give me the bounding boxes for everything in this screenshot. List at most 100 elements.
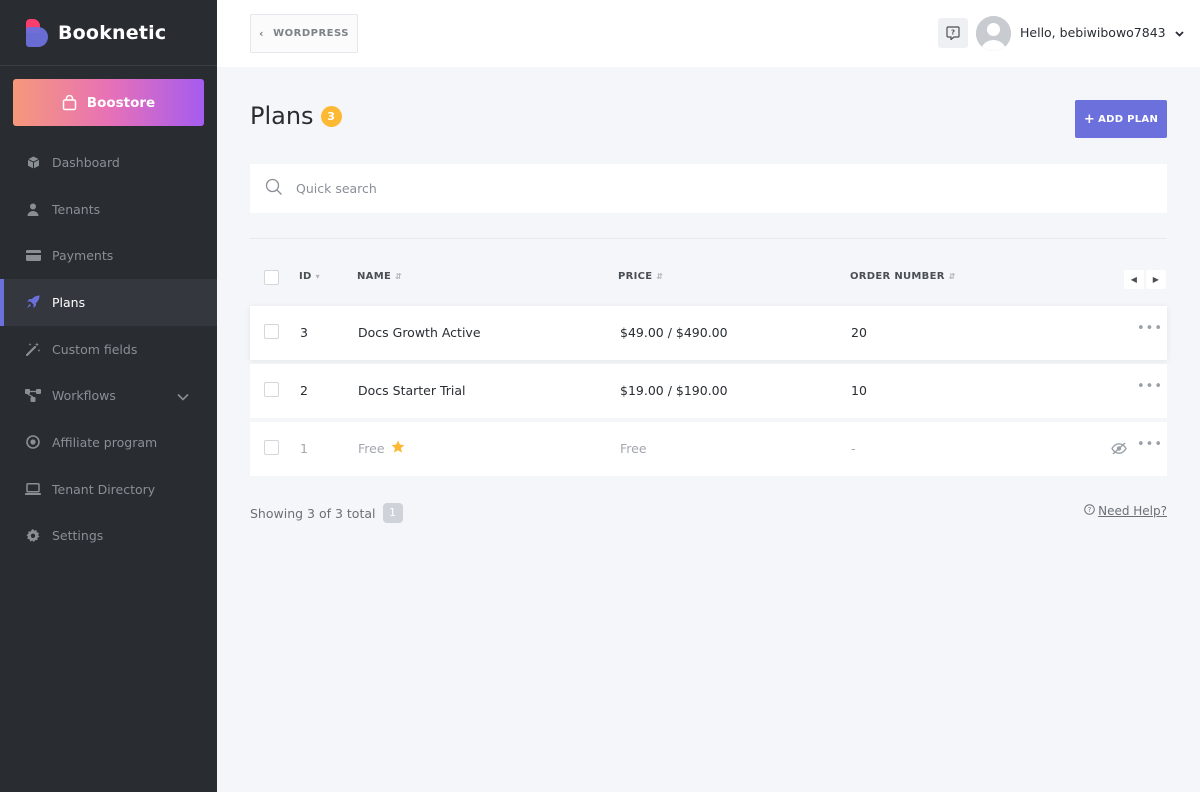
sidebar: Booknetic Boostore Dashboard Tenants Pay…: [0, 0, 217, 792]
back-to-wordpress-button[interactable]: ‹ WORDPRESS: [250, 14, 358, 53]
count-badge: 3: [320, 105, 342, 127]
star-icon: [391, 440, 405, 457]
sidebar-item-affiliate-program[interactable]: Affiliate program: [0, 419, 217, 466]
more-actions-icon[interactable]: •••: [1137, 379, 1163, 394]
chevron-down-icon: [1174, 25, 1184, 40]
cell-id: 1: [300, 441, 308, 456]
chevron-right-icon: ▶: [1152, 275, 1160, 284]
cell-id: 2: [300, 383, 308, 398]
user-avatar[interactable]: [976, 16, 1011, 51]
sidebar-item-label: Workflows: [52, 388, 116, 404]
sidebar-item-label: Custom fields: [52, 341, 138, 357]
sort-icon: ⇵: [948, 272, 956, 281]
cell-name: Docs Growth Active: [358, 325, 481, 340]
target-icon: [25, 434, 41, 450]
brand-logo-icon: [26, 18, 48, 47]
question-circle-icon: ?: [1084, 504, 1095, 518]
cube-icon: [25, 154, 41, 170]
column-header-name[interactable]: NAME ⇵: [357, 271, 402, 282]
sidebar-item-workflows[interactable]: Workflows: [0, 372, 217, 419]
shopping-bag-icon: [62, 94, 77, 110]
column-header-order-number[interactable]: ORDER NUMBER ⇵: [850, 271, 956, 282]
sidebar-item-label: Affiliate program: [52, 434, 158, 450]
chevron-left-icon: ‹: [259, 27, 265, 40]
svg-text:?: ?: [951, 29, 955, 37]
sort-desc-icon: ▾: [315, 272, 320, 281]
column-label: ORDER NUMBER: [850, 271, 945, 282]
sidebar-nav: Dashboard Tenants Payments Plans Custom …: [0, 139, 217, 559]
add-plan-button[interactable]: + ADD PLAN: [1075, 100, 1167, 138]
select-all-checkbox[interactable]: [264, 270, 279, 285]
user-icon: [25, 201, 41, 217]
search-icon: [265, 178, 283, 200]
row-checkbox[interactable]: [264, 382, 279, 397]
row-checkbox[interactable]: [264, 324, 279, 339]
sidebar-item-tenant-directory[interactable]: Tenant Directory: [0, 466, 217, 513]
column-header-id[interactable]: ID ▾: [299, 271, 320, 282]
sidebar-item-tenants[interactable]: Tenants: [0, 186, 217, 233]
page-title-text: Plans: [250, 102, 314, 130]
sidebar-item-payments[interactable]: Payments: [0, 232, 217, 279]
sidebar-item-dashboard[interactable]: Dashboard: [0, 139, 217, 186]
user-menu[interactable]: Hello, bebiwibowo7843: [1020, 25, 1184, 40]
flow-icon: [25, 388, 41, 404]
laptop-icon: [25, 481, 41, 497]
user-greeting: Hello, bebiwibowo7843: [1020, 25, 1166, 40]
cell-name: Free: [358, 441, 385, 456]
showing-text: Showing 3 of 3 total: [250, 505, 376, 521]
chevron-down-icon[interactable]: [177, 389, 189, 404]
cell-price: $19.00 / $190.00: [620, 383, 728, 398]
brand[interactable]: Booknetic: [0, 0, 217, 66]
sort-icon: ⇵: [395, 272, 403, 281]
sidebar-item-settings[interactable]: Settings: [0, 513, 217, 560]
more-actions-icon[interactable]: •••: [1137, 437, 1163, 452]
help-chat-icon[interactable]: ?: [938, 18, 968, 48]
cell-price: Free: [620, 441, 647, 456]
plus-icon: +: [1083, 111, 1096, 127]
sidebar-item-label: Tenant Directory: [52, 481, 156, 497]
svg-text:?: ?: [1088, 506, 1092, 514]
eye-slash-icon[interactable]: [1111, 442, 1127, 458]
table-row[interactable]: 2 Docs Starter Trial $19.00 / $190.00 10…: [250, 364, 1167, 418]
scroll-left-button[interactable]: ◀: [1124, 270, 1144, 289]
pagination-info: Showing 3 of 3 total 1: [250, 503, 403, 523]
cell-order-number: 10: [851, 383, 867, 398]
sort-icon: ⇵: [656, 272, 664, 281]
row-checkbox[interactable]: [264, 440, 279, 455]
wordpress-label: WORDPRESS: [273, 28, 349, 39]
gear-icon: [25, 528, 41, 544]
cell-order-number: -: [851, 441, 856, 456]
boostore-label: Boostore: [86, 94, 156, 111]
page-title: Plans 3: [250, 102, 342, 130]
cell-order-number: 20: [851, 325, 867, 340]
cell-id: 3: [300, 325, 308, 340]
help-link-container: ? Need Help?: [1084, 504, 1167, 518]
cell-name: Docs Starter Trial: [358, 383, 466, 398]
scroll-right-button[interactable]: ▶: [1146, 270, 1166, 289]
column-label: PRICE: [618, 271, 653, 282]
page-number-button[interactable]: 1: [382, 503, 403, 523]
boostore-button[interactable]: Boostore: [13, 79, 204, 126]
topbar: ‹ WORDPRESS ? Hello, bebiwibowo7843: [217, 0, 1200, 67]
search-input[interactable]: [296, 181, 1096, 196]
sidebar-item-label: Payments: [52, 248, 114, 264]
brand-name: Booknetic: [58, 21, 167, 44]
need-help-link[interactable]: Need Help?: [1098, 504, 1167, 518]
sidebar-item-label: Tenants: [52, 201, 101, 217]
chevron-left-icon: ◀: [1130, 275, 1138, 284]
search-bar: [250, 164, 1167, 213]
sidebar-item-custom-fields[interactable]: Custom fields: [0, 326, 217, 373]
sidebar-item-label: Settings: [52, 528, 104, 544]
sidebar-item-plans[interactable]: Plans: [0, 279, 217, 326]
table-header: ID ▾ NAME ⇵ PRICE ⇵ ORDER NUMBER ⇵ ◀ ▶: [250, 263, 1167, 293]
sidebar-item-label: Plans: [52, 294, 86, 310]
sidebar-item-label: Dashboard: [52, 154, 120, 170]
credit-card-icon: [25, 248, 41, 264]
cell-price: $49.00 / $490.00: [620, 325, 728, 340]
table-row[interactable]: 3 Docs Growth Active $49.00 / $490.00 20…: [250, 306, 1167, 360]
table-row[interactable]: 1 Free Free - •••: [250, 422, 1167, 476]
column-header-price[interactable]: PRICE ⇵: [618, 271, 663, 282]
more-actions-icon[interactable]: •••: [1137, 321, 1163, 336]
magic-wand-icon: [25, 341, 41, 357]
divider: [250, 238, 1167, 239]
